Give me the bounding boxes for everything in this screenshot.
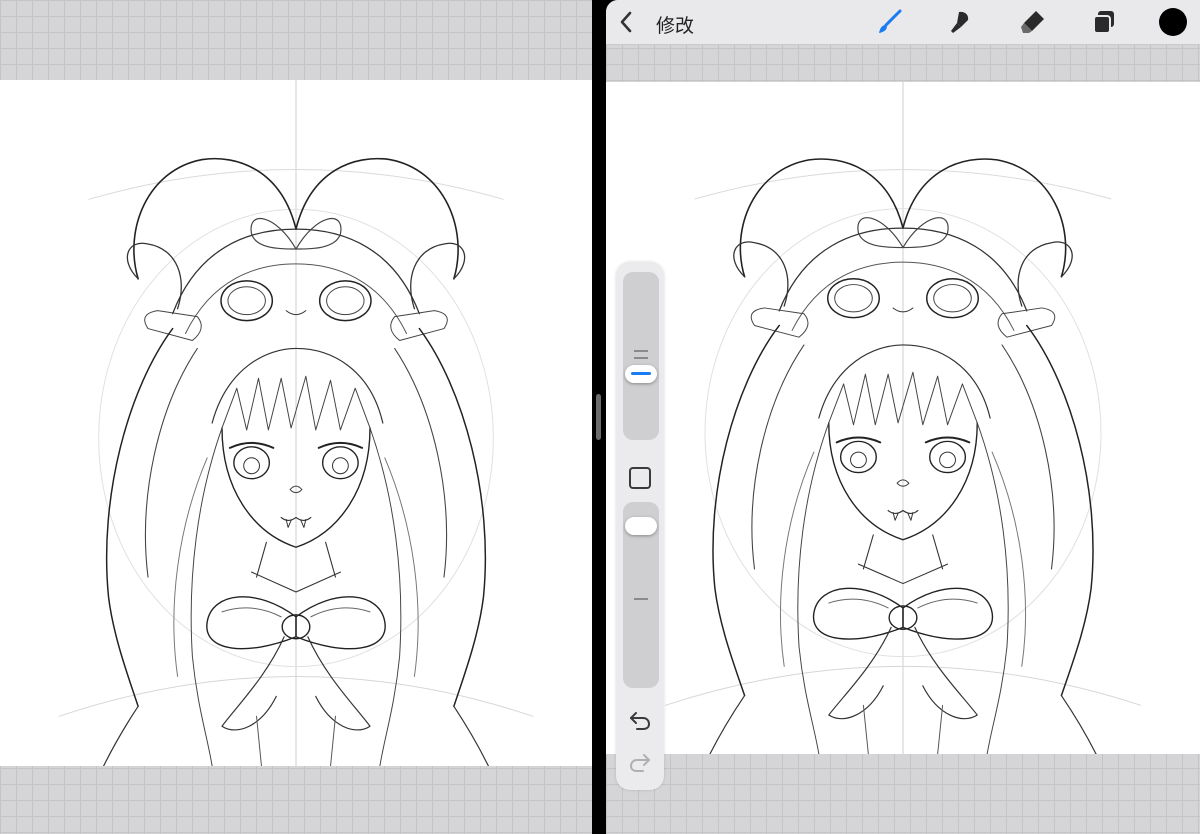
sketch-drawing-right — [664, 82, 1142, 754]
back-button[interactable] — [612, 8, 640, 36]
smudge-tool-button[interactable] — [947, 8, 975, 36]
brush-tool-button[interactable] — [876, 8, 904, 36]
left-canvas-pane — [0, 0, 592, 834]
sketch-drawing-left — [58, 80, 534, 766]
opacity-slider[interactable] — [623, 502, 659, 688]
split-view-divider[interactable] — [592, 0, 606, 834]
brush-size-thumb[interactable] — [625, 365, 657, 383]
chevron-left-icon — [620, 11, 632, 33]
sidebar — [616, 262, 664, 790]
eraser-icon — [1021, 11, 1044, 33]
right-canvas-pane: 修改 — [606, 0, 1200, 834]
color-swatch — [1159, 8, 1187, 36]
slider-grip-icon — [634, 357, 648, 359]
back-button-label[interactable]: 修改 — [656, 11, 694, 38]
eraser-tool-button[interactable] — [1019, 8, 1047, 36]
redo-button[interactable] — [628, 752, 652, 779]
redo-icon — [629, 754, 650, 772]
slider-grip-icon — [634, 350, 648, 352]
smudge-icon — [951, 11, 969, 33]
split-view-handle[interactable] — [596, 394, 601, 440]
artwork-canvas-right[interactable] — [606, 82, 1200, 754]
brush-icon — [879, 9, 902, 33]
artwork-canvas-left[interactable] — [0, 80, 592, 766]
layers-button[interactable] — [1090, 8, 1118, 36]
color-button[interactable] — [1159, 8, 1187, 36]
modify-button[interactable] — [629, 467, 651, 489]
layers-icon — [1093, 11, 1114, 34]
slider-grip-icon — [634, 598, 648, 600]
opacity-thumb[interactable] — [625, 517, 657, 535]
top-toolbar: 修改 — [606, 0, 1200, 45]
undo-icon — [630, 712, 651, 730]
brush-size-slider[interactable] — [623, 272, 659, 440]
undo-button[interactable] — [628, 710, 652, 737]
